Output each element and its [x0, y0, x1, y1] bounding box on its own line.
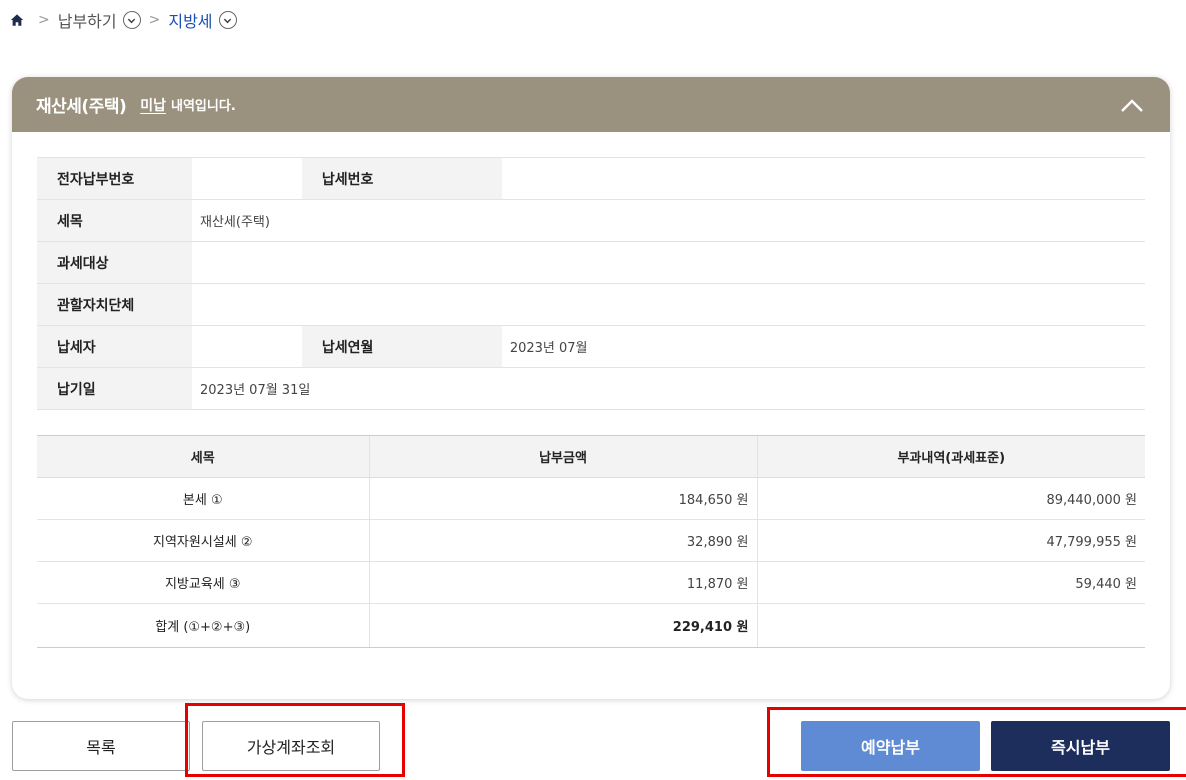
- table-row: 본세 ① 184,650 원 89,440,000 원: [37, 477, 1145, 520]
- jurisdiction-label: 관할자치단체: [37, 283, 192, 326]
- table-row: 전자납부번호 납세번호: [37, 157, 1145, 200]
- breadcrumb-payment[interactable]: 납부하기: [58, 8, 117, 32]
- breadcrumb-separator: >: [38, 12, 50, 28]
- table-row: 납세자 납세연월 2023년 07월: [37, 325, 1145, 368]
- taxpayer-label: 납세자: [37, 325, 192, 368]
- card-header[interactable]: 재산세(주택) 미납 내역입니다.: [12, 77, 1170, 132]
- row-amount: 184,650 원: [368, 477, 757, 520]
- row-item: 본세 ①: [37, 477, 369, 520]
- row-basis: 47,799,955 원: [756, 519, 1145, 562]
- table-row: 과세대상: [37, 241, 1145, 284]
- electronic-payment-no-value: [192, 157, 302, 200]
- card-title: 재산세(주택): [36, 97, 127, 117]
- tax-info-table: 전자납부번호 납세번호 세목 재산세(주택) 과세대상 관할자치단체 납세자 납…: [37, 157, 1145, 410]
- table-row: 지방교육세 ③ 11,870 원 59,440 원: [37, 561, 1145, 604]
- jurisdiction-value: [192, 283, 1145, 326]
- tax-amount-table: 세목 납부금액 부과내역(과세표준) 본세 ① 184,650 원 89,440…: [37, 435, 1145, 648]
- due-date-value: 2023년 07월 31일: [192, 367, 1145, 410]
- total-row: 합계 (①+②+③) 229,410 원: [37, 603, 1145, 648]
- breadcrumb-local-tax[interactable]: 지방세: [168, 8, 212, 32]
- row-amount: 32,890 원: [368, 519, 757, 562]
- list-button[interactable]: 목록: [12, 721, 190, 771]
- tax-no-value: [501, 157, 1145, 200]
- chevron-up-icon[interactable]: [1118, 91, 1146, 119]
- tax-no-label: 납세번호: [301, 157, 502, 200]
- table-header-row: 세목 납부금액 부과내역(과세표준): [37, 435, 1145, 478]
- instant-payment-button[interactable]: 즉시납부: [991, 721, 1170, 771]
- taxable-object-label: 과세대상: [37, 241, 192, 284]
- virtual-account-button[interactable]: 가상계좌조회: [202, 721, 380, 771]
- row-basis: 59,440 원: [756, 561, 1145, 604]
- taxpayer-value: [192, 325, 302, 368]
- electronic-payment-no-label: 전자납부번호: [37, 157, 192, 200]
- row-item: 지방교육세 ③: [37, 561, 369, 604]
- home-icon[interactable]: [10, 13, 24, 27]
- reserve-payment-button[interactable]: 예약납부: [801, 721, 980, 771]
- due-date-label: 납기일: [37, 367, 192, 410]
- chevron-down-icon[interactable]: [122, 11, 141, 29]
- table-row: 관할자치단체: [37, 283, 1145, 326]
- row-amount: 11,870 원: [368, 561, 757, 604]
- total-basis: [756, 603, 1145, 648]
- column-header-amount: 납부금액: [368, 435, 757, 478]
- total-label: 합계 (①+②+③): [37, 603, 369, 648]
- tax-detail-card: 재산세(주택) 미납 내역입니다. 전자납부번호 납세번호 세목 재산세(주택)…: [12, 77, 1170, 699]
- unpaid-status: 미납: [140, 97, 167, 114]
- table-row: 납기일 2023년 07월 31일: [37, 367, 1145, 410]
- card-message: 내역입니다.: [171, 99, 236, 114]
- breadcrumb: > 납부하기 > 지방세: [10, 8, 237, 32]
- table-row: 세목 재산세(주택): [37, 199, 1145, 242]
- breadcrumb-separator: >: [148, 12, 161, 28]
- column-header-assessment: 부과내역(과세표준): [756, 435, 1145, 478]
- tax-item-label: 세목: [37, 199, 192, 242]
- column-header-tax-item: 세목: [37, 435, 369, 478]
- chevron-down-icon[interactable]: [218, 11, 237, 29]
- total-amount: 229,410 원: [368, 603, 757, 648]
- tax-year-month-value: 2023년 07월: [501, 325, 1145, 368]
- table-row: 지역자원시설세 ② 32,890 원 47,799,955 원: [37, 519, 1145, 562]
- tax-item-value: 재산세(주택): [192, 199, 1145, 242]
- tax-year-month-label: 납세연월: [301, 325, 502, 368]
- row-item: 지역자원시설세 ②: [37, 519, 369, 562]
- taxable-object-value: [192, 241, 1145, 284]
- row-basis: 89,440,000 원: [756, 477, 1145, 520]
